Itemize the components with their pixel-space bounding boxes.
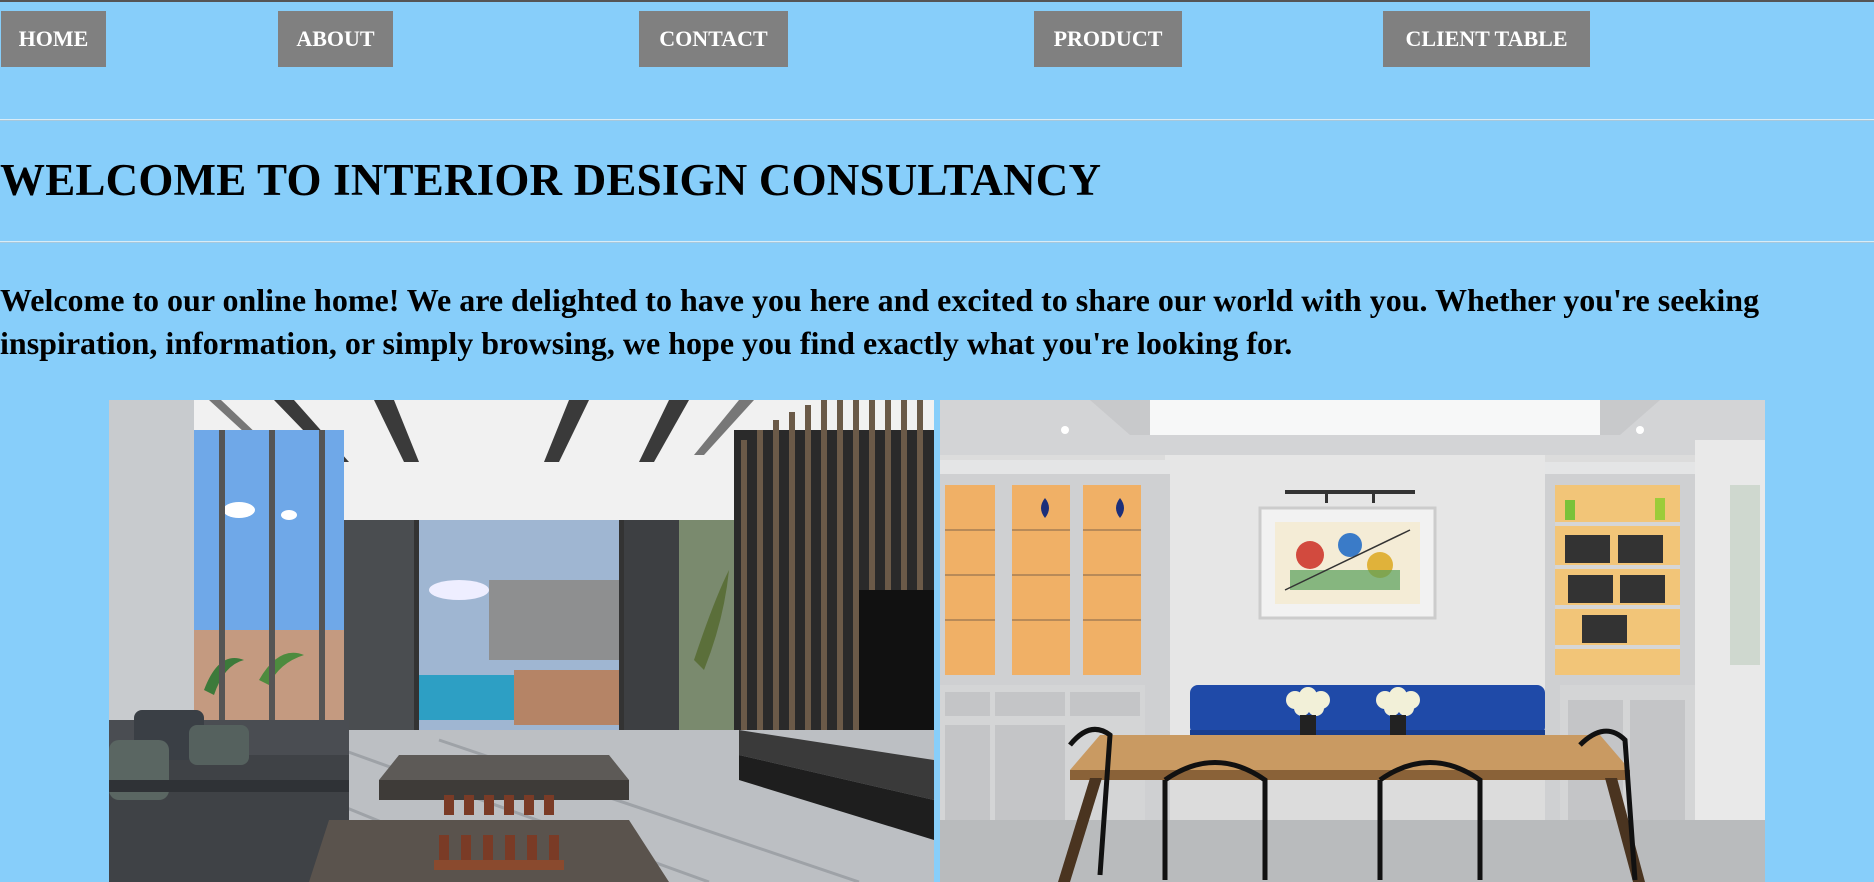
- nav-about-button[interactable]: ABOUT: [278, 11, 393, 67]
- divider-top: [0, 119, 1874, 121]
- dining-room-image: [940, 400, 1765, 882]
- top-navigation: HOME ABOUT CONTACT PRODUCT CLIENT TABLE: [0, 11, 1874, 69]
- nav-contact-button[interactable]: CONTACT: [639, 11, 788, 67]
- nav-home-button[interactable]: HOME: [1, 11, 106, 67]
- nav-product-button[interactable]: PRODUCT: [1034, 11, 1182, 67]
- divider-bottom: [0, 241, 1874, 243]
- page-title: WELCOME TO INTERIOR DESIGN CONSULTANCY: [0, 155, 1102, 205]
- intro-paragraph: Welcome to our online home! We are delig…: [0, 282, 1760, 361]
- nav-client-table-button[interactable]: CLIENT TABLE: [1383, 11, 1590, 67]
- living-room-image: [109, 400, 934, 882]
